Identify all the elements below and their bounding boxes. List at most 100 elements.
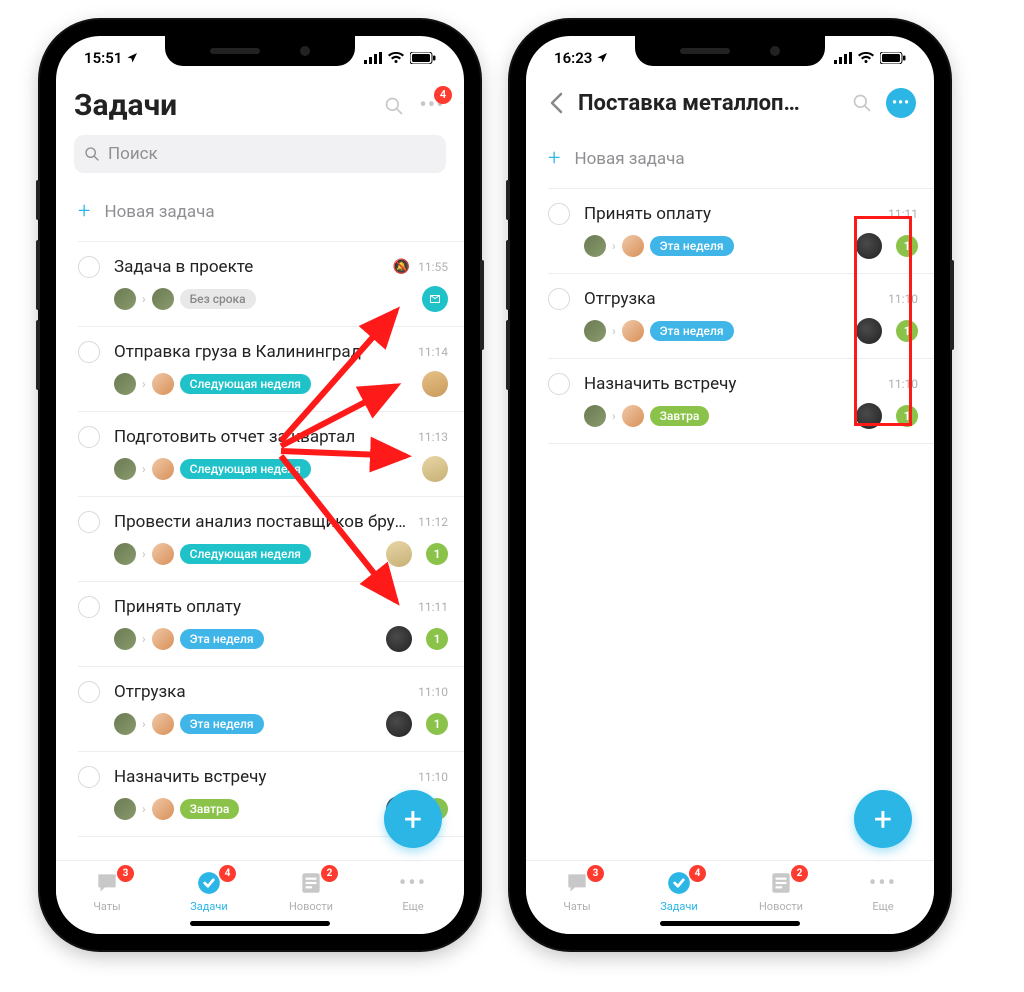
task-title: Принять оплату bbox=[114, 597, 410, 617]
tab-badge: 3 bbox=[117, 865, 134, 882]
task-row[interactable]: Подготовить отчет за квартал 11:13 › Сле… bbox=[56, 412, 464, 496]
task-title: Назначить встречу bbox=[584, 374, 880, 394]
count-badge: 1 bbox=[896, 235, 918, 257]
task-checkbox[interactable] bbox=[548, 288, 570, 310]
task-row[interactable]: Отправка груза в Калининград 11:14 › Сле… bbox=[56, 327, 464, 411]
project-icon[interactable] bbox=[422, 286, 448, 312]
notifications-button[interactable]: ••• 4 bbox=[418, 92, 446, 120]
tab-Еще[interactable]: ••• Еще bbox=[378, 869, 448, 934]
task-checkbox[interactable] bbox=[78, 511, 100, 533]
fab-add-button[interactable]: + bbox=[384, 790, 442, 848]
tab-label: Задачи bbox=[190, 900, 227, 913]
new-task-button[interactable]: + Новая задача bbox=[56, 183, 464, 241]
notif-badge: 4 bbox=[434, 86, 452, 104]
task-title: Подготовить отчет за квартал bbox=[114, 427, 410, 447]
project-icon[interactable] bbox=[386, 541, 412, 567]
due-chip: Эта неделя bbox=[650, 321, 734, 341]
signal-icon bbox=[364, 52, 382, 64]
avatar bbox=[114, 373, 136, 395]
new-task-label: Новая задача bbox=[104, 202, 214, 222]
task-row[interactable]: Принять оплату 11:11 › Эта неделя 1 bbox=[526, 189, 934, 273]
task-row[interactable]: Провести анализ поставщиков бруса 11:12 … bbox=[56, 497, 464, 581]
tab-Чаты[interactable]: 3 Чаты bbox=[542, 869, 612, 934]
task-checkbox[interactable] bbox=[548, 373, 570, 395]
fab-add-button[interactable]: + bbox=[854, 790, 912, 848]
task-time: 11:13 bbox=[418, 430, 448, 444]
avatar bbox=[152, 458, 174, 480]
project-icon[interactable] bbox=[386, 711, 412, 737]
task-row[interactable]: Назначить встречу 11:10 › Завтра 1 bbox=[526, 359, 934, 443]
new-task-button[interactable]: + Новая задача bbox=[526, 130, 934, 188]
task-checkbox[interactable] bbox=[78, 256, 100, 278]
tab-badge: 2 bbox=[321, 865, 338, 882]
back-button[interactable] bbox=[544, 91, 568, 115]
tab-label: Еще bbox=[872, 900, 893, 913]
tab-badge: 4 bbox=[689, 865, 706, 882]
project-icon[interactable] bbox=[856, 233, 882, 259]
task-checkbox[interactable] bbox=[548, 203, 570, 225]
chevron-right-icon: › bbox=[142, 717, 146, 731]
task-row[interactable]: Отгрузка 11:10 › Эта неделя 1 bbox=[526, 274, 934, 358]
project-icon[interactable] bbox=[856, 318, 882, 344]
dots-icon: ••• bbox=[892, 95, 910, 111]
task-row[interactable]: Задача в проекте 🔕 11:55 › Без срока bbox=[56, 242, 464, 326]
avatar bbox=[622, 405, 644, 427]
more-button[interactable]: ••• bbox=[886, 88, 916, 118]
location-icon bbox=[126, 52, 138, 64]
project-icon[interactable] bbox=[422, 456, 448, 482]
due-chip: Завтра bbox=[180, 799, 240, 819]
muted-icon: 🔕 bbox=[393, 259, 410, 275]
task-row[interactable]: Принять оплату 11:11 › Эта неделя 1 bbox=[56, 582, 464, 666]
search-button[interactable] bbox=[380, 92, 408, 120]
avatar bbox=[584, 235, 606, 257]
chevron-right-icon: › bbox=[612, 239, 616, 253]
task-checkbox[interactable] bbox=[78, 426, 100, 448]
task-time: 11:10 bbox=[888, 377, 918, 391]
task-checkbox[interactable] bbox=[78, 596, 100, 618]
due-chip: Следующая неделя bbox=[180, 459, 311, 479]
home-indicator bbox=[660, 921, 800, 926]
search-input[interactable]: Поиск bbox=[74, 135, 446, 173]
count-badge: 1 bbox=[896, 405, 918, 427]
task-time: 11:55 bbox=[418, 260, 448, 274]
page-title: Поставка металлоп… bbox=[578, 91, 838, 116]
tab-Чаты[interactable]: 3 Чаты bbox=[72, 869, 142, 934]
chevron-left-icon bbox=[549, 92, 563, 114]
avatar bbox=[622, 235, 644, 257]
task-checkbox[interactable] bbox=[78, 766, 100, 788]
avatar bbox=[152, 628, 174, 650]
tab-icon: ••• bbox=[869, 869, 897, 897]
avatar bbox=[114, 628, 136, 650]
tab-Еще[interactable]: ••• Еще bbox=[848, 869, 918, 934]
project-icon[interactable] bbox=[386, 626, 412, 652]
project-icon[interactable] bbox=[856, 403, 882, 429]
task-title: Назначить встречу bbox=[114, 767, 410, 787]
task-checkbox[interactable] bbox=[78, 341, 100, 363]
tab-icon: ••• bbox=[399, 869, 427, 897]
task-title: Провести анализ поставщиков бруса bbox=[114, 512, 410, 532]
plus-icon: + bbox=[548, 148, 560, 170]
header: Поставка металлоп… ••• bbox=[526, 80, 934, 130]
task-checkbox[interactable] bbox=[78, 681, 100, 703]
tab-label: Чаты bbox=[93, 900, 120, 913]
search-button[interactable] bbox=[848, 89, 876, 117]
tab-label: Чаты bbox=[563, 900, 590, 913]
due-chip: Следующая неделя bbox=[180, 544, 311, 564]
avatar bbox=[622, 320, 644, 342]
avatar bbox=[152, 373, 174, 395]
task-row[interactable]: Отгрузка 11:10 › Эта неделя 1 bbox=[56, 667, 464, 751]
chevron-right-icon: › bbox=[612, 324, 616, 338]
task-time: 11:14 bbox=[418, 345, 448, 359]
tab-badge: 3 bbox=[587, 865, 604, 882]
notch bbox=[165, 36, 355, 66]
task-time: 11:10 bbox=[888, 292, 918, 306]
due-chip: Эта неделя bbox=[180, 629, 264, 649]
due-chip: Эта неделя bbox=[650, 236, 734, 256]
home-indicator bbox=[190, 921, 330, 926]
signal-icon bbox=[834, 52, 852, 64]
task-time: 11:11 bbox=[888, 207, 918, 221]
task-time: 11:11 bbox=[418, 600, 448, 614]
search-icon bbox=[384, 96, 404, 116]
project-icon[interactable] bbox=[422, 371, 448, 397]
search-icon bbox=[84, 146, 100, 162]
